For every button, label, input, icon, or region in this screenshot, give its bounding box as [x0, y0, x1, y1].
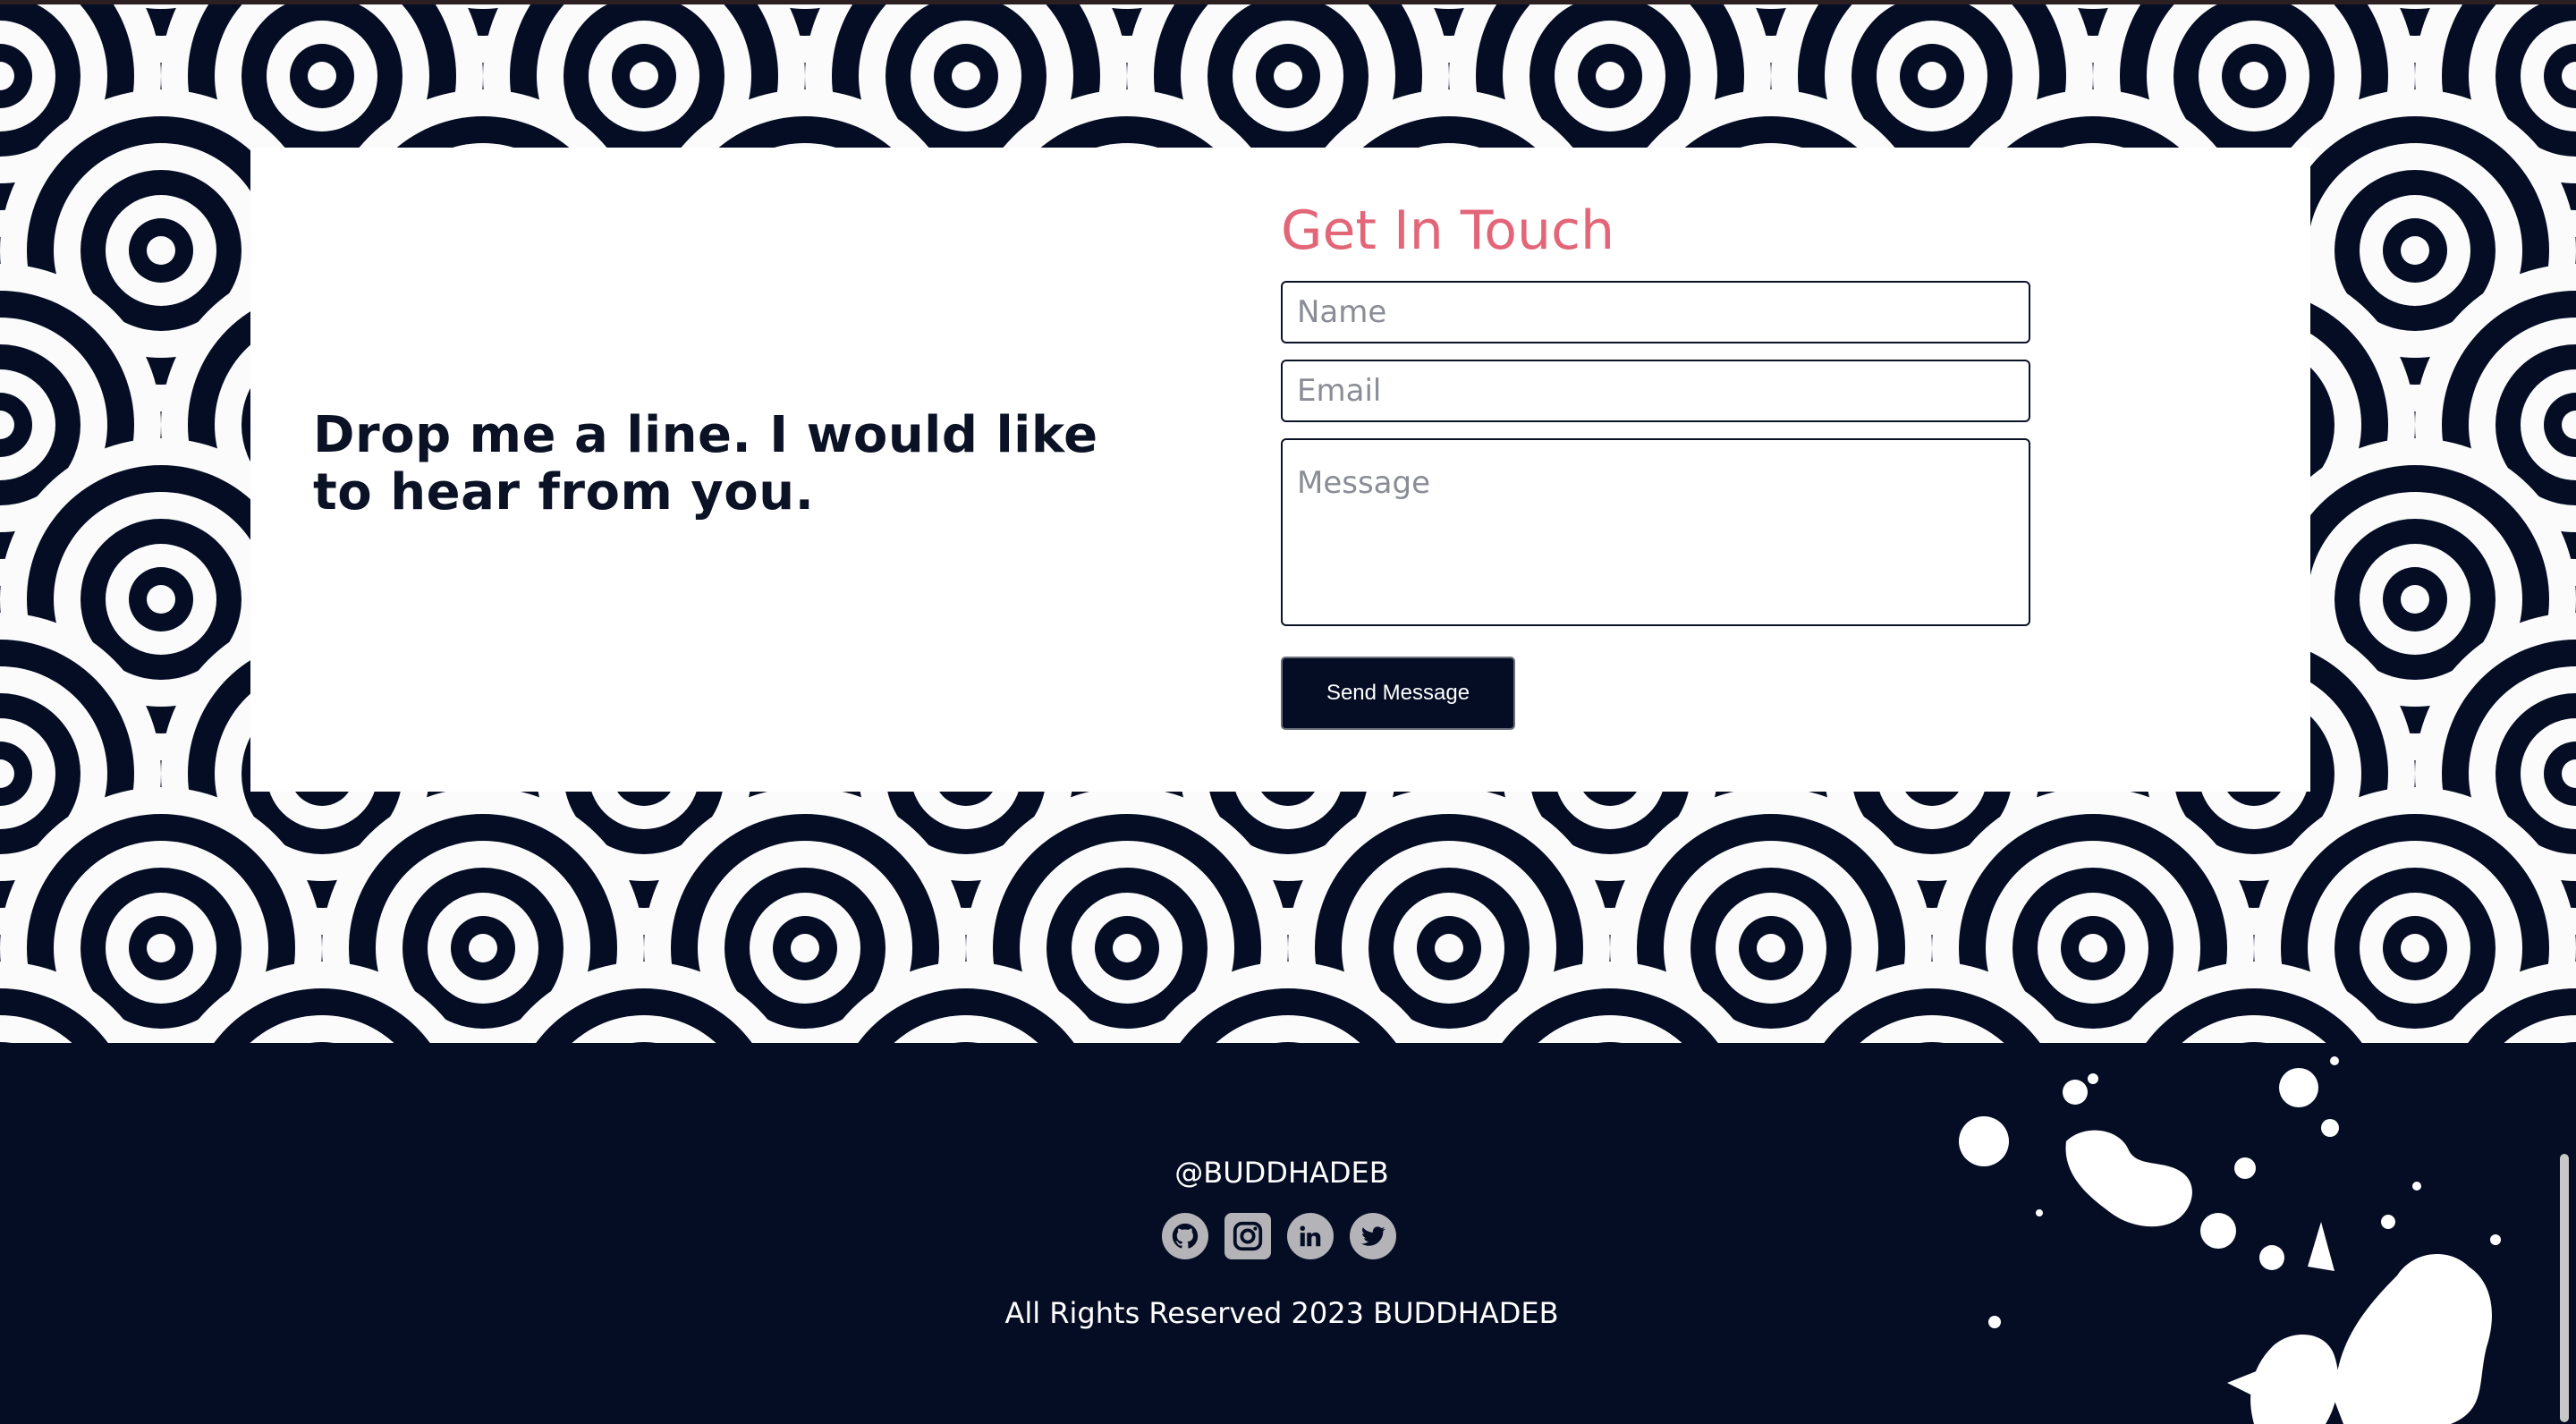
social-links: [1162, 1213, 1403, 1261]
form-title: Get In Touch: [1281, 199, 1615, 262]
contact-tagline: Drop me a line. I would like to hear fro…: [313, 406, 1098, 521]
instagram-icon[interactable]: [1224, 1213, 1271, 1259]
scrollbar-thumb[interactable]: [2560, 1154, 2569, 1422]
footer-handle: @BUDDHADEB: [1174, 1156, 1389, 1190]
message-field[interactable]: [1281, 438, 2030, 626]
contact-card: Drop me a line. I would like to hear fro…: [250, 148, 2310, 792]
copyright-text: All Rights Reserved 2023 BUDDHADEB: [1004, 1296, 1559, 1330]
twitter-icon[interactable]: [1350, 1213, 1396, 1259]
send-message-button[interactable]: Send Message: [1281, 657, 1515, 730]
email-field[interactable]: [1281, 360, 2030, 422]
linkedin-icon[interactable]: [1287, 1213, 1334, 1259]
ink-splatter-decoration: [1959, 1056, 2501, 1424]
name-field[interactable]: [1281, 281, 2030, 343]
github-icon[interactable]: [1162, 1213, 1208, 1259]
